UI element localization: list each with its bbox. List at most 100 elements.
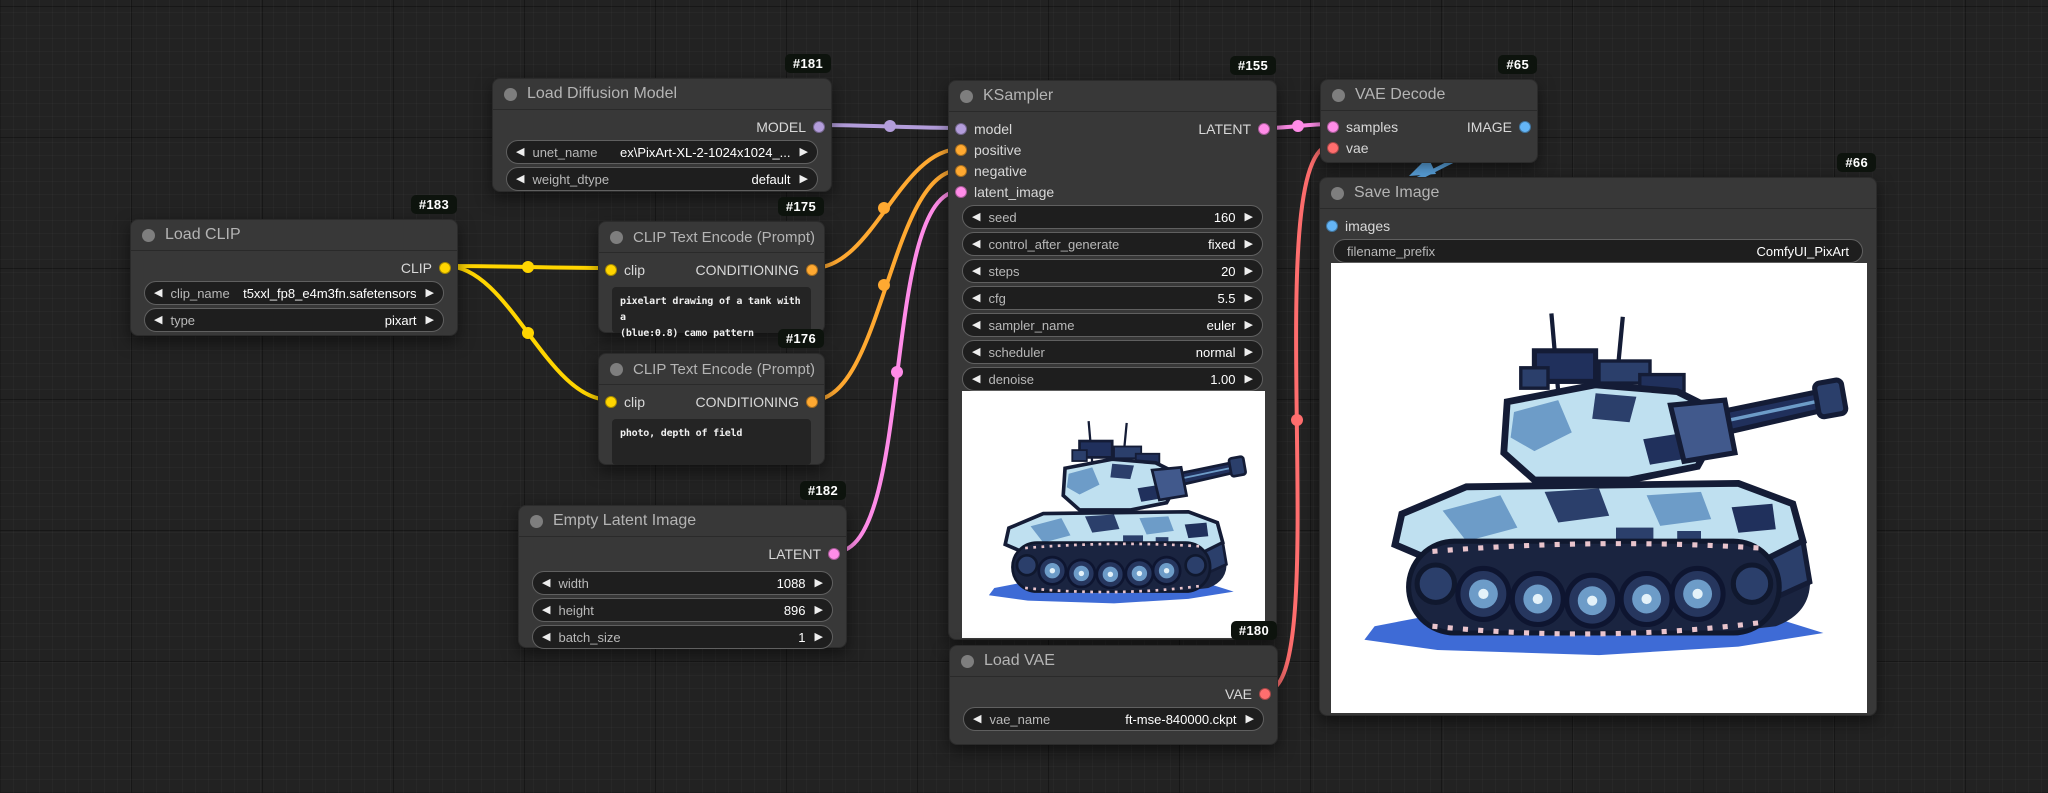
increment-arrow-icon[interactable]: ▶ <box>1245 238 1253 250</box>
output-port-conditioning[interactable]: CONDITIONING <box>696 262 818 278</box>
collapse-dot-icon[interactable] <box>142 228 155 242</box>
collapse-dot-icon[interactable] <box>504 87 517 101</box>
increment-arrow-icon[interactable]: ▶ <box>426 287 434 299</box>
latent-port-icon[interactable] <box>828 547 840 560</box>
input-port-model[interactable]: model <box>955 121 1012 137</box>
node-vae-decode[interactable]: #65 VAE Decode samples IMAGE vae <box>1320 55 1538 163</box>
node-header[interactable]: VAE Decode <box>1321 80 1537 111</box>
increment-arrow-icon[interactable]: ▶ <box>815 604 823 616</box>
width-widget[interactable]: ◀ width 1088 ▶ <box>532 571 833 595</box>
steps-widget[interactable]: ◀ steps 20 ▶ <box>962 259 1263 283</box>
node-empty-latent-image[interactable]: #182 Empty Latent Image LATENT ◀ width 1… <box>518 481 847 649</box>
increment-arrow-icon[interactable]: ▶ <box>1245 292 1253 304</box>
unet-name-widget[interactable]: ◀ unet_name ex\PixArt-XL-2-1024x1024_...… <box>506 140 818 164</box>
increment-arrow-icon[interactable]: ▶ <box>1245 319 1253 331</box>
node-save-image[interactable]: #66 Save Image images filename_prefix Co… <box>1319 153 1877 716</box>
latent-port-icon[interactable] <box>1258 122 1270 135</box>
clip-port-icon[interactable] <box>605 395 617 408</box>
increment-arrow-icon[interactable]: ▶ <box>800 146 808 158</box>
input-port-positive[interactable]: positive <box>955 142 1021 158</box>
filename-prefix-widget[interactable]: filename_prefix ComfyUI_PixArt <box>1333 239 1863 263</box>
decrement-arrow-icon[interactable]: ◀ <box>972 265 980 277</box>
node-clip-text-encode-positive[interactable]: #175 CLIP Text Encode (Prompt) clip COND… <box>598 197 825 339</box>
weight-dtype-widget[interactable]: ◀ weight_dtype default ▶ <box>506 167 818 191</box>
input-port-latent-image[interactable]: latent_image <box>955 184 1054 200</box>
clip-port-icon[interactable] <box>605 263 617 276</box>
sampler-name-widget[interactable]: ◀ sampler_name euler ▶ <box>962 313 1263 337</box>
node-header[interactable]: Empty Latent Image <box>519 506 846 537</box>
node-header[interactable]: Load CLIP <box>131 220 457 251</box>
output-port-vae[interactable]: VAE <box>1225 686 1271 702</box>
decrement-arrow-icon[interactable]: ◀ <box>972 373 980 385</box>
latent-port-icon[interactable] <box>955 185 967 198</box>
collapse-dot-icon[interactable] <box>610 230 623 244</box>
node-header[interactable]: Load VAE <box>950 646 1277 677</box>
input-port-images[interactable]: images <box>1326 218 1390 234</box>
collapse-dot-icon[interactable] <box>1331 186 1344 200</box>
node-header[interactable]: CLIP Text Encode (Prompt) <box>599 354 824 385</box>
vae-port-icon[interactable] <box>1259 687 1271 700</box>
node-header[interactable]: CLIP Text Encode (Prompt) <box>599 222 824 253</box>
increment-arrow-icon[interactable]: ▶ <box>1245 211 1253 223</box>
increment-arrow-icon[interactable]: ▶ <box>1245 373 1253 385</box>
conditioning-port-icon[interactable] <box>806 395 818 408</box>
scheduler-widget[interactable]: ◀ scheduler normal ▶ <box>962 340 1263 364</box>
conditioning-port-icon[interactable] <box>955 164 967 177</box>
height-widget[interactable]: ◀ height 896 ▶ <box>532 598 833 622</box>
model-port-icon[interactable] <box>813 120 825 133</box>
conditioning-port-icon[interactable] <box>955 143 967 156</box>
decrement-arrow-icon[interactable]: ◀ <box>154 314 162 326</box>
decrement-arrow-icon[interactable]: ◀ <box>973 713 981 725</box>
decrement-arrow-icon[interactable]: ◀ <box>972 238 980 250</box>
output-port-conditioning[interactable]: CONDITIONING <box>696 394 818 410</box>
input-port-clip[interactable]: clip <box>605 394 645 410</box>
node-header[interactable]: Save Image <box>1320 178 1876 209</box>
decrement-arrow-icon[interactable]: ◀ <box>542 631 550 643</box>
vae-port-icon[interactable] <box>1327 141 1339 154</box>
decrement-arrow-icon[interactable]: ◀ <box>972 211 980 223</box>
node-header[interactable]: KSampler <box>949 81 1276 112</box>
prompt-textarea[interactable]: photo, depth of field <box>612 419 811 465</box>
node-load-diffusion-model[interactable]: #181 Load Diffusion Model MODEL ◀ unet_n… <box>492 54 832 192</box>
decrement-arrow-icon[interactable]: ◀ <box>516 173 524 185</box>
input-port-samples[interactable]: samples <box>1327 119 1398 135</box>
output-port-latent[interactable]: LATENT <box>1198 121 1270 137</box>
increment-arrow-icon[interactable]: ▶ <box>815 631 823 643</box>
collapse-dot-icon[interactable] <box>961 654 974 668</box>
collapse-dot-icon[interactable] <box>530 514 543 528</box>
clip-name-widget[interactable]: ◀ clip_name t5xxl_fp8_e4m3fn.safetensors… <box>144 281 444 305</box>
increment-arrow-icon[interactable]: ▶ <box>1246 713 1254 725</box>
input-port-negative[interactable]: negative <box>955 163 1027 179</box>
input-port-clip[interactable]: clip <box>605 262 645 278</box>
cfg-widget[interactable]: ◀ cfg 5.5 ▶ <box>962 286 1263 310</box>
increment-arrow-icon[interactable]: ▶ <box>1245 346 1253 358</box>
node-load-vae[interactable]: #180 Load VAE VAE ◀ vae_name ft-mse-8400… <box>949 621 1278 745</box>
collapse-dot-icon[interactable] <box>610 362 623 376</box>
decrement-arrow-icon[interactable]: ◀ <box>972 346 980 358</box>
collapse-dot-icon[interactable] <box>960 89 973 103</box>
image-port-icon[interactable] <box>1519 120 1531 133</box>
model-port-icon[interactable] <box>955 122 967 135</box>
denoise-widget[interactable]: ◀ denoise 1.00 ▶ <box>962 367 1263 391</box>
increment-arrow-icon[interactable]: ▶ <box>815 577 823 589</box>
output-port-latent[interactable]: LATENT <box>768 546 840 562</box>
decrement-arrow-icon[interactable]: ◀ <box>154 287 162 299</box>
type-widget[interactable]: ◀ type pixart ▶ <box>144 308 444 332</box>
output-port-clip[interactable]: CLIP <box>401 260 451 276</box>
increment-arrow-icon[interactable]: ▶ <box>426 314 434 326</box>
conditioning-port-icon[interactable] <box>806 263 818 276</box>
decrement-arrow-icon[interactable]: ◀ <box>542 577 550 589</box>
node-load-clip[interactable]: #183 Load CLIP CLIP ◀ clip_name t5xxl_fp… <box>130 195 458 336</box>
decrement-arrow-icon[interactable]: ◀ <box>542 604 550 616</box>
decrement-arrow-icon[interactable]: ◀ <box>516 146 524 158</box>
output-port-image[interactable]: IMAGE <box>1467 119 1531 135</box>
increment-arrow-icon[interactable]: ▶ <box>1245 265 1253 277</box>
decrement-arrow-icon[interactable]: ◀ <box>972 292 980 304</box>
batch-size-widget[interactable]: ◀ batch_size 1 ▶ <box>532 625 833 649</box>
node-clip-text-encode-negative[interactable]: #176 CLIP Text Encode (Prompt) clip COND… <box>598 329 825 465</box>
collapse-dot-icon[interactable] <box>1332 88 1345 102</box>
vae-name-widget[interactable]: ◀ vae_name ft-mse-840000.ckpt ▶ <box>963 707 1264 731</box>
node-header[interactable]: Load Diffusion Model <box>493 79 831 110</box>
output-port-model[interactable]: MODEL <box>756 119 825 135</box>
control-after-generate-widget[interactable]: ◀ control_after_generate fixed ▶ <box>962 232 1263 256</box>
